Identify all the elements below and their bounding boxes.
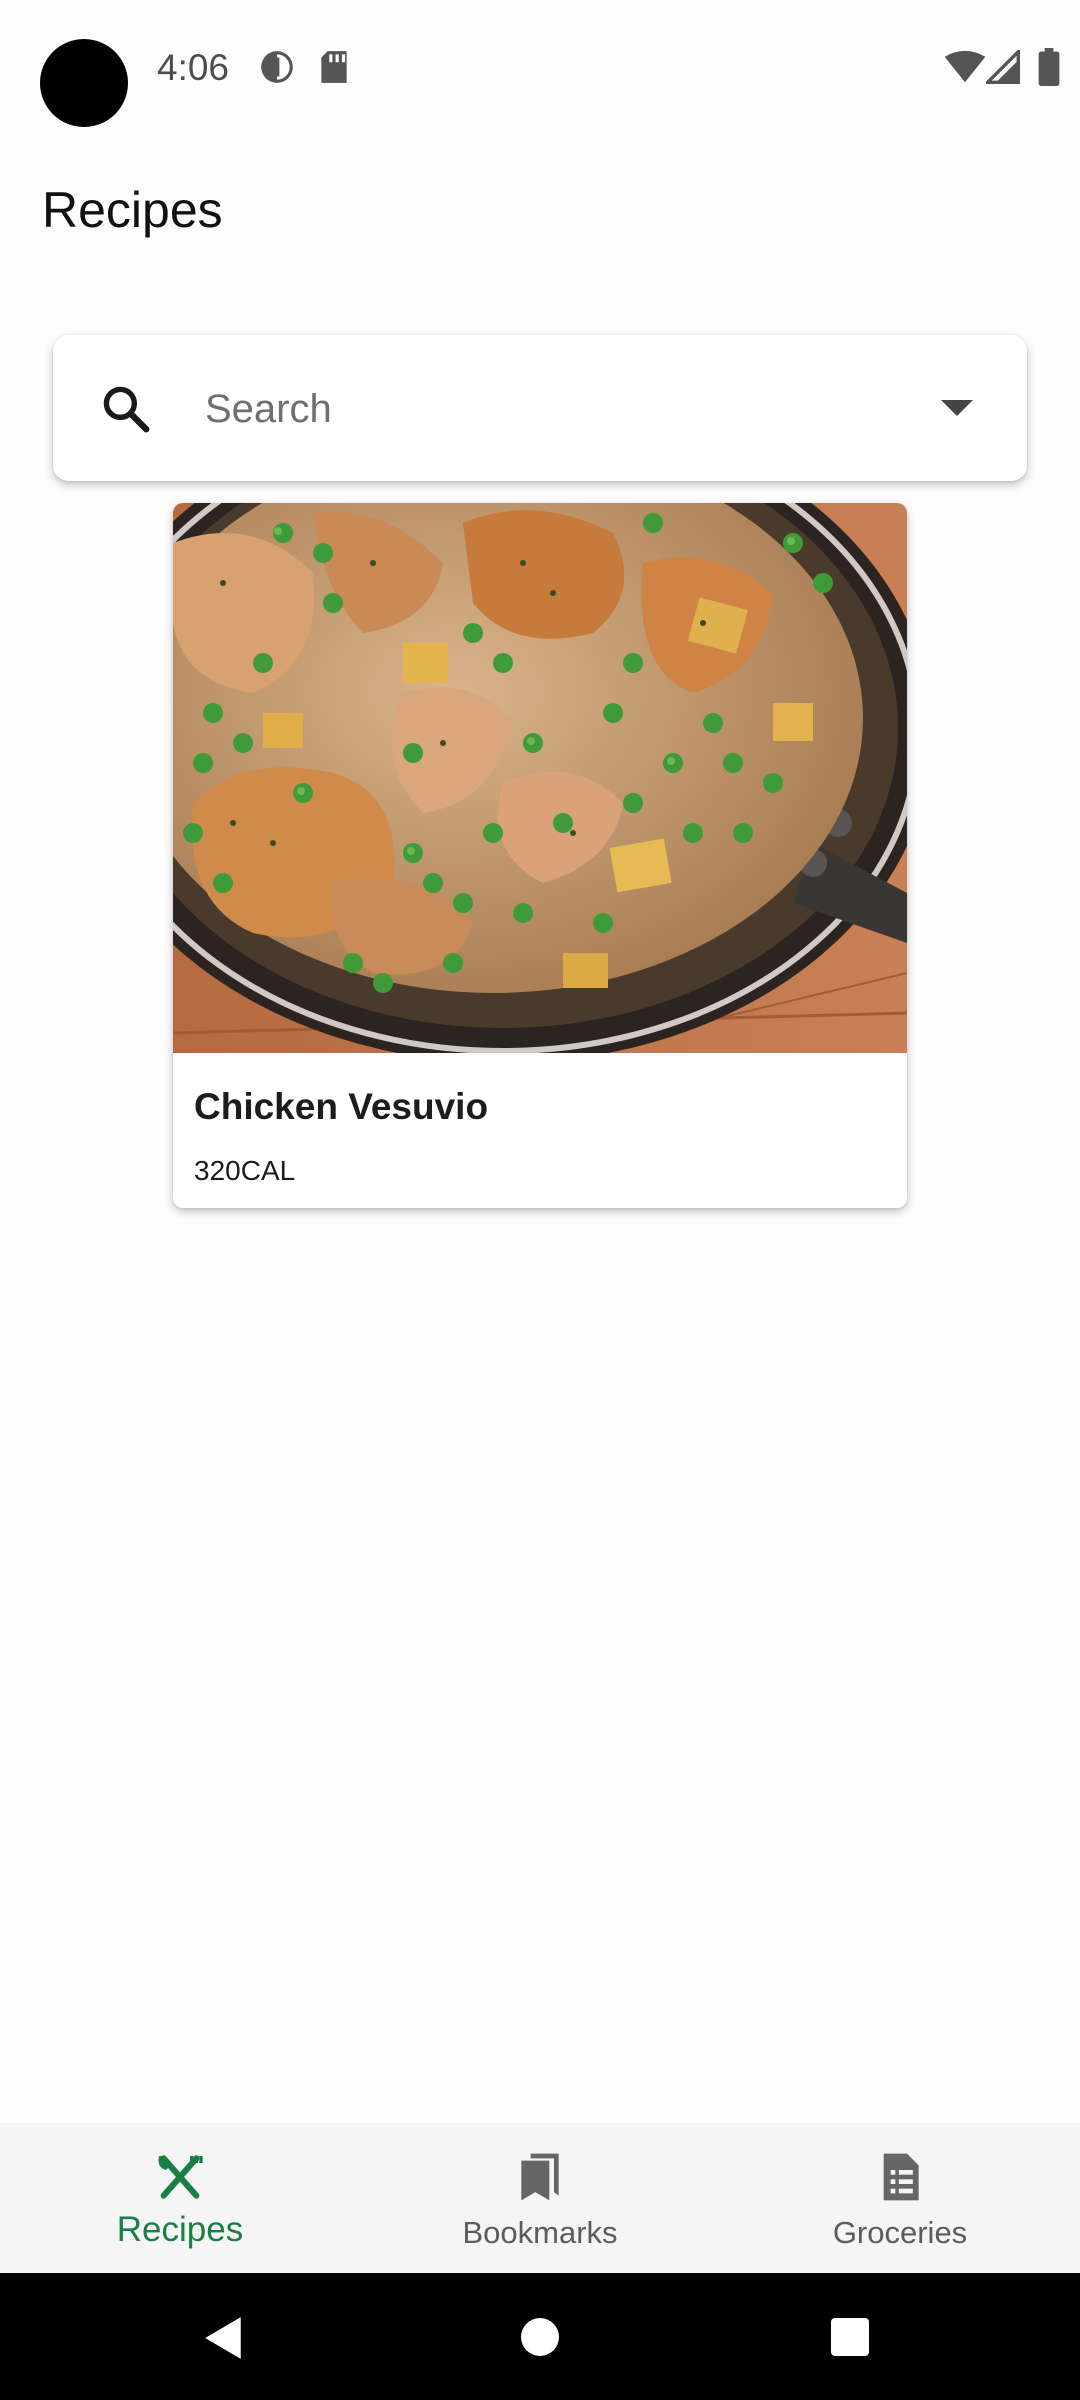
page-title: Recipes — [42, 182, 223, 238]
recipe-card[interactable]: Chicken Vesuvio 320CAL — [173, 503, 907, 1208]
fork-knife-icon — [158, 2155, 203, 2199]
signal-icon — [986, 50, 1020, 84]
camera-cutout — [40, 39, 128, 127]
status-bar: 4:06 — [0, 0, 1080, 130]
recents-icon[interactable] — [830, 2317, 870, 2357]
bottom-navigation: Recipes Bookmarks Groceries — [0, 2123, 1080, 2273]
recipe-image — [173, 503, 907, 1053]
home-icon[interactable] — [520, 2317, 560, 2357]
search-input[interactable] — [203, 375, 907, 443]
nav-label-groceries: Groceries — [832, 2215, 968, 2250]
dropdown-arrow-icon[interactable] — [937, 393, 977, 423]
recipe-calories: 320CAL — [194, 1155, 296, 1186]
nav-item-bookmarks[interactable]: Bookmarks — [360, 2123, 720, 2273]
recipe-name: Chicken Vesuvio — [194, 1086, 489, 1127]
data-saver-icon — [261, 51, 293, 83]
battery-icon — [1038, 48, 1060, 86]
nav-item-recipes[interactable]: Recipes — [0, 2123, 360, 2273]
grocery-list-icon — [883, 2153, 919, 2201]
bookmarks-icon — [521, 2153, 559, 2201]
wifi-icon — [944, 50, 986, 83]
nav-item-groceries[interactable]: Groceries — [720, 2123, 1080, 2273]
status-time: 4:06 — [157, 47, 230, 88]
system-navigation-bar — [0, 2273, 1080, 2400]
nav-label-bookmarks: Bookmarks — [462, 2215, 618, 2250]
search-bar[interactable] — [53, 335, 1027, 481]
nav-label-recipes: Recipes — [116, 2210, 244, 2249]
back-icon[interactable] — [203, 2315, 245, 2361]
recipes-screen: 4:06 Recipes Search Chicken Vesuvio 320C… — [0, 0, 1080, 2400]
sd-card-icon — [321, 51, 347, 83]
search-icon — [103, 386, 150, 433]
